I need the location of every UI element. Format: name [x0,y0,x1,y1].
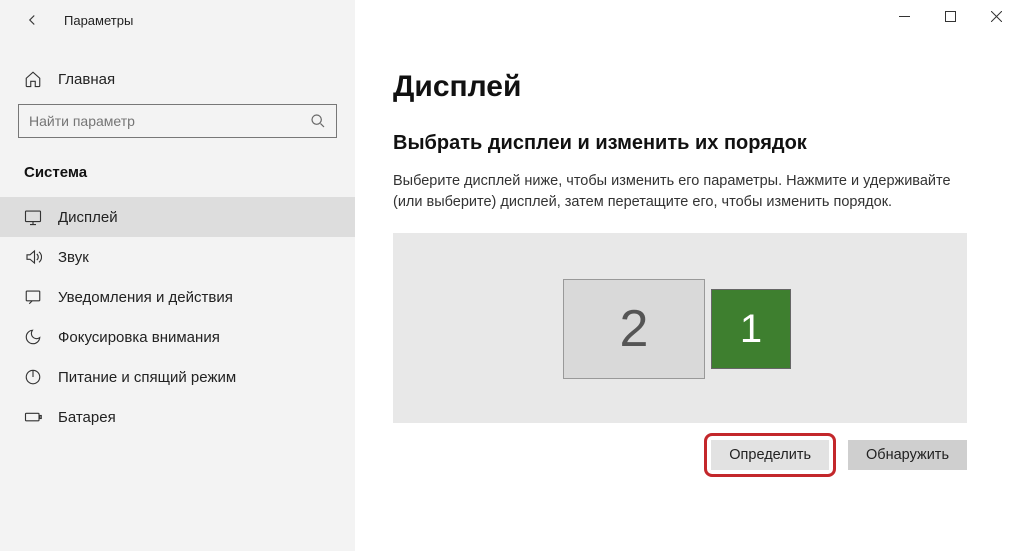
home-icon [24,70,42,88]
sidebar-item-label: Дисплей [58,209,118,226]
search-wrap [0,104,355,156]
arrow-left-icon [23,11,41,29]
display-icon [24,208,42,226]
settings-window: Параметры Главная [0,0,1019,551]
monitor-label: 2 [620,299,649,359]
battery-icon [24,408,42,426]
sidebar-item-focus[interactable]: Фокусировка внимания [0,317,355,357]
identify-button[interactable]: Определить [711,440,829,470]
monitor-1[interactable]: 1 [711,289,791,369]
detect-button[interactable]: Обнаружить [848,440,967,470]
sidebar-item-label: Звук [58,249,89,266]
home-nav-item[interactable]: Главная [0,64,355,104]
focus-icon [24,328,42,346]
titlebar-left: Параметры [0,8,133,32]
sound-icon [24,248,42,266]
back-button[interactable] [20,8,44,32]
sidebar-item-notifications[interactable]: Уведомления и действия [0,277,355,317]
sidebar-item-power[interactable]: Питание и спящий режим [0,357,355,397]
sidebar-item-label: Батарея [58,409,116,426]
highlight-ring: Определить [704,433,836,477]
window-title: Параметры [64,13,133,28]
notifications-icon [24,288,42,306]
section-description: Выберите дисплей ниже, чтобы изменить ег… [393,171,973,213]
sidebar-item-label: Фокусировка внимания [58,329,220,346]
sidebar-item-display[interactable]: Дисплей [0,197,355,237]
display-actions: Определить Обнаружить [393,433,967,477]
search-icon [310,113,326,129]
sidebar-item-battery[interactable]: Батарея [0,397,355,437]
main-content: Дисплей Выбрать дисплеи и изменить их по… [355,0,1019,551]
power-icon [24,368,42,386]
search-box[interactable] [18,104,337,138]
sidebar-section-title: Система [0,156,355,197]
sidebar-item-label: Питание и спящий режим [58,369,236,386]
display-arranger[interactable]: 2 1 [393,233,967,423]
sidebar-item-sound[interactable]: Звук [0,237,355,277]
search-input[interactable] [29,113,310,129]
home-label: Главная [58,71,115,88]
sidebar-item-label: Уведомления и действия [58,289,233,306]
sidebar: Главная Система Дисплей Звук [0,0,355,551]
monitor-label: 1 [740,307,762,352]
page-title: Дисплей [393,70,981,104]
section-heading: Выбрать дисплеи и изменить их порядок [393,132,981,155]
monitor-2[interactable]: 2 [563,279,705,379]
